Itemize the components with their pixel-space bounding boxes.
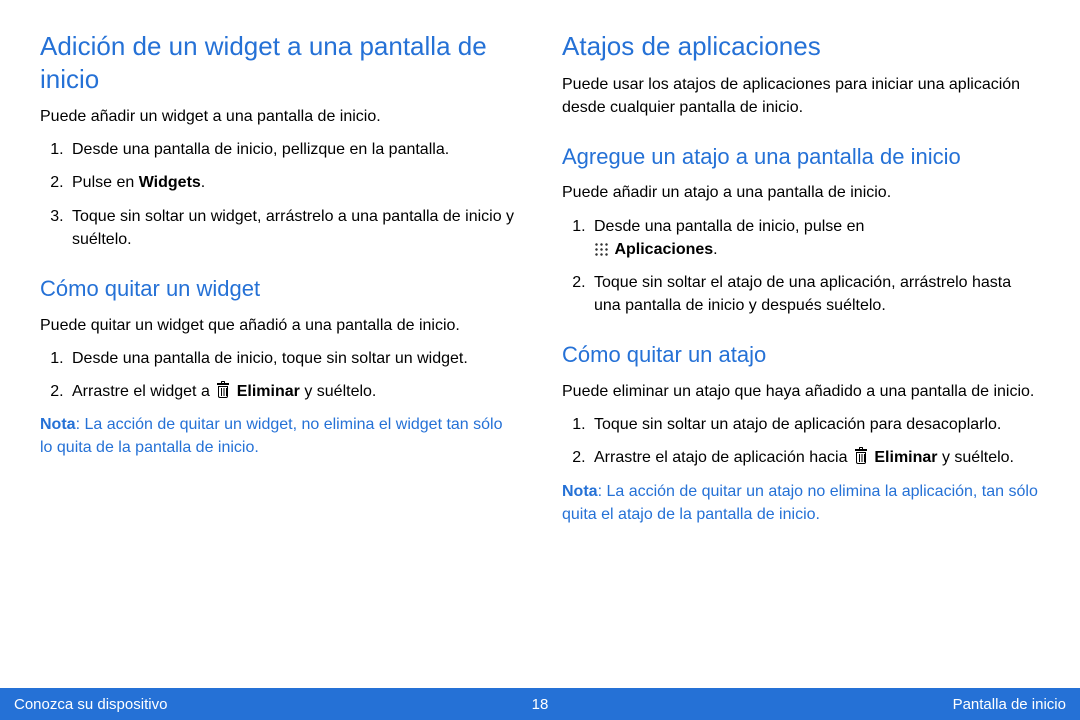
trash-icon <box>216 383 230 399</box>
list-item: Pulse en Widgets. <box>68 171 518 194</box>
list-item: Arrastre el widget a Eliminar y suéltelo… <box>68 380 518 403</box>
add-shortcut-steps: Desde una pantalla de inicio, pulse en A… <box>562 215 1040 318</box>
eliminar-label: Eliminar <box>237 383 300 400</box>
list-item: Arrastre el atajo de aplicación hacia El… <box>590 446 1040 469</box>
para: Puede eliminar un atajo que haya añadido… <box>562 380 1040 403</box>
footer-right: Pantalla de inicio <box>953 696 1066 713</box>
heading-remove-widget: Cómo quitar un widget <box>40 275 518 304</box>
apps-grid-icon <box>594 242 608 256</box>
note: Nota: La acción de quitar un atajo no el… <box>562 480 1040 526</box>
para: Puede añadir un atajo a una pantalla de … <box>562 181 1040 204</box>
list-item: Toque sin soltar un widget, arrástrelo a… <box>68 205 518 251</box>
list-item: Desde una pantalla de inicio, pellizque … <box>68 138 518 161</box>
footer-bar: Conozca su dispositivo 18 Pantalla de in… <box>0 688 1080 720</box>
trash-icon <box>854 449 868 465</box>
note: Nota: La acción de quitar un widget, no … <box>40 413 518 459</box>
heading-app-shortcuts: Atajos de aplicaciones <box>562 30 1040 63</box>
para: Puede añadir un widget a una pantalla de… <box>40 105 518 128</box>
left-column: Adición de un widget a una pantalla de i… <box>40 30 518 678</box>
list-item: Desde una pantalla de inicio, pulse en A… <box>590 215 1040 261</box>
aplicaciones-label: Aplicaciones <box>614 241 713 258</box>
heading-add-widget: Adición de un widget a una pantalla de i… <box>40 30 518 95</box>
list-item: Toque sin soltar un atajo de aplicación … <box>590 413 1040 436</box>
add-widget-steps: Desde una pantalla de inicio, pellizque … <box>40 138 518 251</box>
para: Puede quitar un widget que añadió a una … <box>40 314 518 337</box>
widgets-label: Widgets <box>139 174 201 191</box>
list-item: Toque sin soltar el atajo de una aplicac… <box>590 271 1040 317</box>
para: Puede usar los atajos de aplicaciones pa… <box>562 73 1040 119</box>
list-item: Desde una pantalla de inicio, toque sin … <box>68 347 518 370</box>
heading-remove-shortcut: Cómo quitar un atajo <box>562 341 1040 370</box>
right-column: Atajos de aplicaciones Puede usar los at… <box>562 30 1040 678</box>
heading-add-shortcut: Agregue un atajo a una pantalla de inici… <box>562 143 1040 172</box>
footer-left: Conozca su dispositivo <box>14 696 167 713</box>
eliminar-label: Eliminar <box>874 449 937 466</box>
remove-shortcut-steps: Toque sin soltar un atajo de aplicación … <box>562 413 1040 469</box>
page-number: 18 <box>532 696 549 713</box>
remove-widget-steps: Desde una pantalla de inicio, toque sin … <box>40 347 518 403</box>
